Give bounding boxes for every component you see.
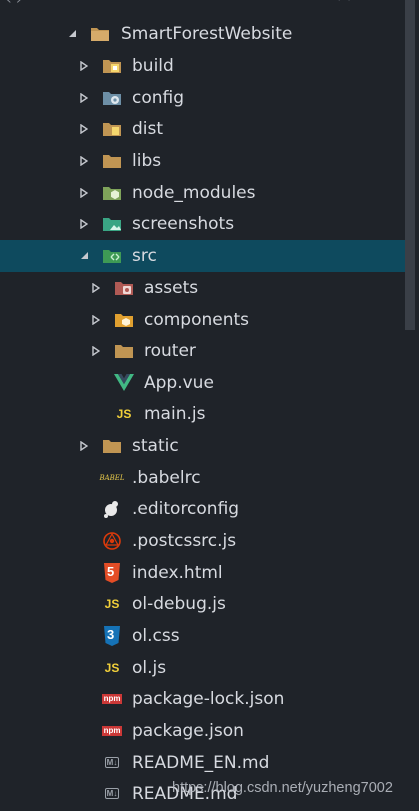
- js-icon: JS: [104, 596, 120, 611]
- tree-item-label: App.vue: [144, 372, 214, 393]
- tree-item-label: index.html: [132, 562, 223, 583]
- chevron-right-icon[interactable]: [78, 440, 90, 452]
- tree-item-label: .postcssrc.js: [132, 530, 237, 551]
- npm-icon: npm: [101, 689, 123, 709]
- editorconfig-icon: [102, 499, 122, 519]
- tree-item-build[interactable]: build: [0, 50, 405, 82]
- postcss-icon: [102, 531, 122, 551]
- tree-item-label: config: [132, 87, 185, 108]
- npm-glyph: npm: [101, 725, 123, 736]
- npm-glyph: npm: [101, 693, 123, 704]
- tree-item-screenshots[interactable]: screenshots: [0, 208, 405, 240]
- tree-item-main-js[interactable]: JS main.js: [0, 398, 405, 430]
- folder-icon: [102, 436, 122, 456]
- folder-icon: [90, 24, 110, 44]
- tree-item-readme-en-md[interactable]: M↓ README_EN.md: [0, 747, 405, 779]
- folder-icon: [102, 151, 122, 171]
- tree-item-label: ol.css: [132, 625, 180, 646]
- tree-item-node-modules[interactable]: node_modules: [0, 177, 405, 209]
- tree-item-label: package-lock.json: [132, 688, 285, 709]
- chevron-right-icon[interactable]: [78, 155, 90, 167]
- watermark-text: https://blog.csdn.net/yuzheng7002: [172, 780, 393, 796]
- tree-item-config[interactable]: config: [0, 82, 405, 114]
- tree-item-src[interactable]: src: [0, 240, 405, 272]
- tree-item-label: dist: [132, 118, 164, 139]
- tree-item-assets[interactable]: assets: [0, 272, 405, 304]
- js-icon: JS: [104, 660, 120, 675]
- tree-item-router[interactable]: router: [0, 335, 405, 367]
- tree-item-label: ol-debug.js: [132, 593, 226, 614]
- markdown-glyph: M↓: [104, 757, 120, 769]
- markdown-icon: M↓: [102, 753, 122, 773]
- folder-src-icon: [102, 246, 122, 266]
- folder-icon: [114, 341, 134, 361]
- tree-item-label: .babelrc: [132, 467, 201, 488]
- tree-item-package-lock-json[interactable]: npm package-lock.json: [0, 683, 405, 715]
- toolbar-glyph-left: ‹ ›: [6, 0, 22, 8]
- markdown-icon: M↓: [102, 784, 122, 804]
- tree-item-components[interactable]: components: [0, 304, 405, 336]
- file-explorer: ‹ › ⌒ ◠ SmartForestWebsite build config: [0, 0, 419, 811]
- tree-item-label: router: [144, 340, 196, 361]
- babel-icon: BABEL: [99, 473, 125, 482]
- chevron-right-icon[interactable]: [90, 345, 102, 357]
- tree-item-package-json[interactable]: npm package.json: [0, 715, 405, 747]
- toolbar-glyph-right: ◠: [338, 0, 351, 8]
- css3-glyph: 3: [107, 626, 115, 642]
- tree-item-label: package.json: [132, 720, 244, 741]
- top-toolbar-strip: ‹ › ⌒ ◠: [0, 0, 419, 11]
- tree-item-label: main.js: [144, 403, 206, 424]
- tree-item-ol-js[interactable]: JS ol.js: [0, 652, 405, 684]
- tree-item-label: README_EN.md: [132, 752, 270, 773]
- chevron-down-icon[interactable]: [66, 28, 78, 40]
- tree-item-label: libs: [132, 150, 162, 171]
- folder-dist-icon: [102, 119, 122, 139]
- chevron-down-icon[interactable]: [78, 250, 90, 262]
- tree-item-ol-css[interactable]: 3 ol.css: [0, 620, 405, 652]
- tree-item-label: static: [132, 435, 179, 456]
- tree-item-label: SmartForestWebsite: [121, 23, 293, 44]
- chevron-right-icon[interactable]: [90, 314, 102, 326]
- scrollbar[interactable]: [405, 0, 415, 330]
- tree-item-static[interactable]: static: [0, 430, 405, 462]
- chevron-right-icon[interactable]: [78, 60, 90, 72]
- chevron-right-icon[interactable]: [78, 123, 90, 135]
- toolbar-glyph-mid: ⌒: [298, 0, 312, 11]
- npm-icon: npm: [101, 721, 123, 741]
- tree-item-label: src: [132, 245, 157, 266]
- tree-item-label: components: [144, 309, 250, 330]
- folder-assets-icon: [114, 278, 134, 298]
- tree-item-index-html[interactable]: 5 index.html: [0, 557, 405, 589]
- folder-images-icon: [102, 214, 122, 234]
- html5-icon: 5: [102, 562, 122, 583]
- folder-node-icon: [102, 183, 122, 203]
- tree-item-label: .editorconfig: [132, 498, 240, 519]
- chevron-right-icon[interactable]: [78, 187, 90, 199]
- markdown-glyph: M↓: [104, 788, 120, 800]
- js-icon: JS: [116, 406, 132, 421]
- tree-item-libs[interactable]: libs: [0, 145, 405, 177]
- folder-config-icon: [102, 88, 122, 108]
- css3-icon: 3: [102, 625, 122, 646]
- vue-icon: [114, 373, 134, 393]
- chevron-right-icon[interactable]: [78, 92, 90, 104]
- folder-build-icon: [102, 56, 122, 76]
- chevron-right-icon[interactable]: [90, 282, 102, 294]
- tree-item-app-vue[interactable]: App.vue: [0, 367, 405, 399]
- folder-components-icon: [114, 310, 134, 330]
- tree-item-label: ol.js: [132, 657, 167, 678]
- chevron-right-icon[interactable]: [78, 218, 90, 230]
- tree-item-label: assets: [144, 277, 199, 298]
- tree-item-postcssrc[interactable]: .postcssrc.js: [0, 525, 405, 557]
- tree-root-smartforestwebsite[interactable]: SmartForestWebsite: [0, 18, 405, 50]
- tree-item-ol-debug-js[interactable]: JS ol-debug.js: [0, 588, 405, 620]
- tree-item-dist[interactable]: dist: [0, 113, 405, 145]
- tree-item-label: build: [132, 55, 174, 76]
- tree-item-babelrc[interactable]: BABEL .babelrc: [0, 462, 405, 494]
- tree-item-editorconfig[interactable]: .editorconfig: [0, 493, 405, 525]
- html5-glyph: 5: [107, 563, 115, 579]
- tree-item-label: node_modules: [132, 182, 256, 203]
- tree-item-label: screenshots: [132, 213, 235, 234]
